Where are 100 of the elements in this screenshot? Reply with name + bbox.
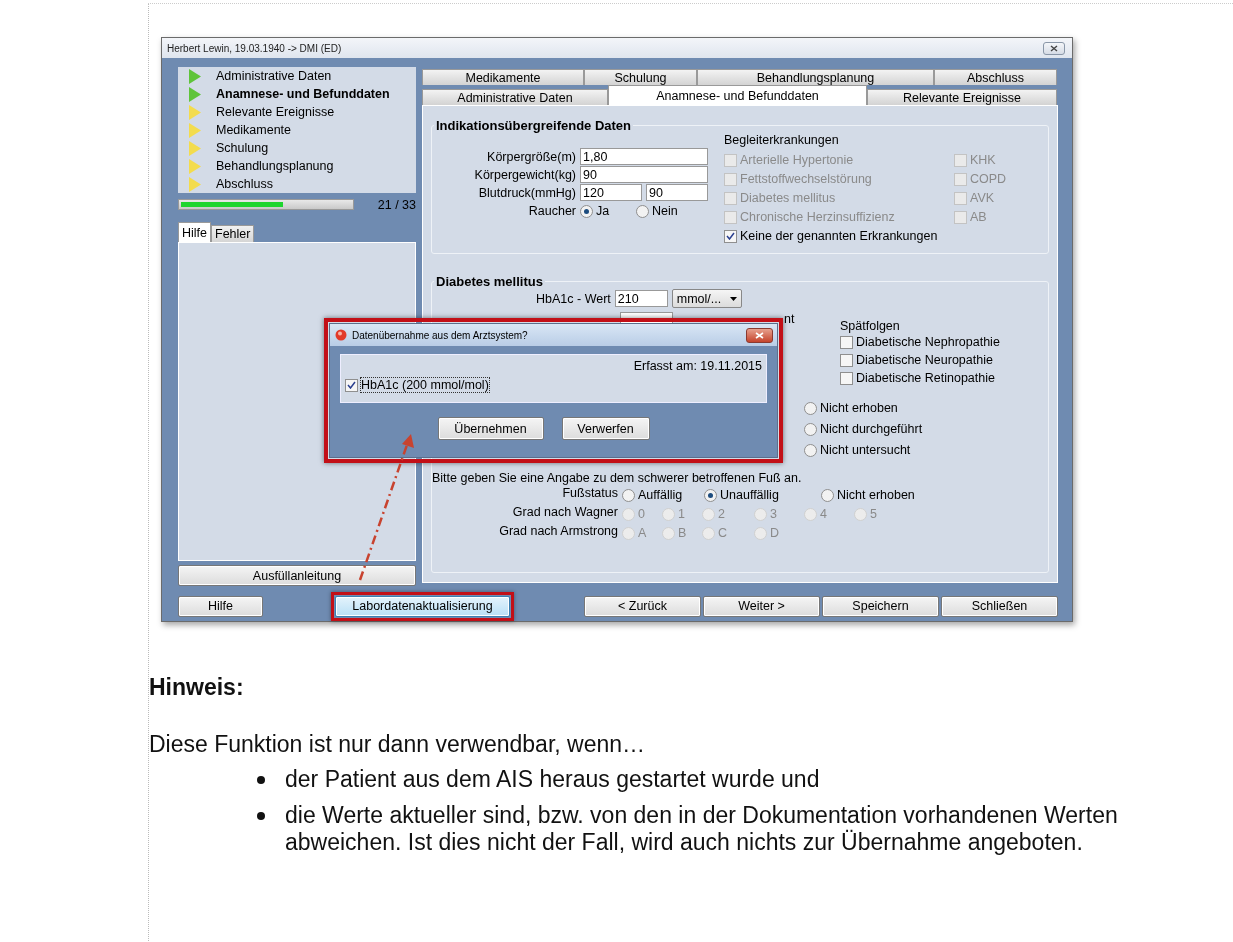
checkbox[interactable] [345, 378, 358, 392]
bullet-icon [257, 776, 265, 784]
tab[interactable]: Abschluss [934, 69, 1057, 85]
option-label: 3 [770, 507, 777, 521]
group-title: Indikationsübergreifende Daten [435, 118, 633, 133]
option-label: Unauffällig [720, 488, 779, 502]
tab[interactable]: Fehler [211, 225, 255, 242]
option-label: 0 [638, 507, 645, 521]
radio-button[interactable] [704, 488, 717, 502]
option-label: Nicht untersucht [820, 443, 911, 457]
step-item[interactable]: Abschluss [180, 175, 416, 193]
caret-icon [729, 296, 737, 301]
tab[interactable]: Medikamente [422, 69, 584, 85]
help-button[interactable]: Hilfe [178, 595, 263, 617]
radio-button[interactable] [622, 488, 635, 502]
option-label: Nein [652, 204, 678, 218]
tab[interactable]: Anamnese- und Befunddaten [608, 85, 867, 105]
option-label: 4 [820, 507, 827, 521]
unit-dropdown[interactable]: mmol/... [671, 289, 742, 308]
option-label: Arterielle Hypertonie [740, 153, 854, 167]
radio-button[interactable] [821, 488, 834, 502]
note-heading: Hinweis: [149, 674, 245, 701]
dialog-button[interactable]: Verwerfen [561, 417, 650, 440]
option-label: Nicht erhoben [837, 488, 915, 502]
guide-button[interactable]: Ausfüllanleitung [178, 565, 416, 586]
lab-update-button[interactable]: Labordatenaktualisierung [335, 595, 510, 617]
dialog-button[interactable]: Übernehmen [437, 417, 544, 440]
checkbox[interactable] [840, 335, 853, 349]
field-label: Körpergewicht(kg) [473, 167, 576, 182]
nav-button[interactable]: Weiter > [703, 595, 820, 617]
input-field[interactable]: 1,80 [580, 148, 708, 165]
step-item[interactable]: Schulung [180, 139, 416, 157]
input-field[interactable]: 210 [614, 290, 668, 307]
nav-button[interactable]: < Zurück [584, 595, 701, 617]
nav-button[interactable]: Schließen [941, 595, 1058, 617]
progress-count: 21 / 33 [377, 197, 416, 212]
field-label: HbA1c - Wert [536, 291, 611, 306]
option-label: HbA1c (200 mmol/mol) [361, 378, 489, 392]
nav-button[interactable]: Speichern [822, 595, 939, 617]
close-icon [755, 331, 764, 339]
field-label: Grad nach Wagner [511, 505, 618, 521]
option-label: 5 [870, 507, 877, 521]
input-field[interactable]: 120 [580, 184, 642, 201]
option-label: Nicht erhoben [820, 401, 898, 415]
checkbox[interactable] [840, 371, 853, 385]
tab[interactable]: Hilfe [178, 222, 211, 242]
radio-button[interactable] [580, 204, 593, 218]
bullet-icon [257, 812, 265, 820]
option-label: KHK [970, 153, 996, 167]
field-label: Raucher [527, 204, 576, 218]
app-icon [335, 329, 347, 341]
option-label: Diabetische Neuropathie [856, 353, 993, 367]
window-title: Herbert Lewin, 19.03.1940 -> DMI (ED) [167, 42, 342, 54]
option-label: Ja [596, 204, 610, 218]
field-label: Körpergröße(m) [486, 149, 576, 164]
close-button[interactable] [1043, 41, 1065, 55]
close-button[interactable] [746, 327, 773, 343]
step-item[interactable]: Relevante Ereignisse [180, 103, 416, 121]
section-label: Begleiterkrankungen [724, 133, 840, 147]
checkbox[interactable] [724, 229, 737, 243]
option-label: C [718, 526, 728, 540]
field-label: Blutdruck(mmHg) [477, 185, 576, 200]
bullet-text: der Patient aus dem AIS heraus gestartet wurde und [285, 766, 821, 793]
tab[interactable]: Behandlungsplanung [697, 69, 934, 85]
radio-button[interactable] [804, 401, 817, 415]
tab[interactable]: Schulung [584, 69, 697, 85]
option-label: AB [970, 210, 987, 224]
checkbox[interactable] [840, 353, 853, 367]
field-label: Grad nach Armstrong [498, 524, 618, 540]
field-label: nt [784, 312, 795, 326]
option-label: Diabetische Nephropathie [856, 335, 1000, 349]
step-item[interactable]: Medikamente [180, 121, 416, 139]
instruction-text: Bitte geben Sie eine Angabe zu dem schwerer betroffenen Fuß an. [432, 471, 803, 485]
input-field[interactable]: 90 [646, 184, 708, 201]
bullet-text: die Werte aktueller sind, bzw. von den in der Dokumentation vorhandenen Werten abweichen. Ist dies nicht der Fall, wird auch nichts zur Übernahme angeboten. [285, 802, 1119, 856]
date-text: Erfasst am: 19.11.2015 [633, 359, 762, 373]
radio-button[interactable] [636, 204, 649, 218]
option-label: COPD [970, 172, 1007, 186]
option-label: A [638, 526, 647, 540]
step-item[interactable]: Administrative Daten [180, 67, 416, 85]
tab[interactable]: Administrative Daten [422, 89, 608, 105]
tab[interactable]: Relevante Ereignisse [867, 89, 1057, 105]
option-label: Keine der genannten Erkrankungen [740, 229, 938, 243]
option-label: 1 [678, 507, 685, 521]
input-field[interactable]: 90 [580, 166, 708, 183]
option-label: AVK [970, 191, 995, 205]
option-label: Chronische Herzinsuffizienz [740, 210, 895, 224]
option-label: 2 [718, 507, 725, 521]
option-label: Auffällig [638, 488, 683, 502]
dialog-title: Datenübernahme aus dem Arztsystem? [352, 329, 529, 341]
step-item[interactable]: Behandlungsplanung [180, 157, 416, 175]
radio-button[interactable] [804, 422, 817, 436]
section-label: Spätfolgen [840, 319, 901, 333]
option-label: Fettstoffwechselstörung [740, 172, 872, 186]
note-text: Diese Funktion ist nur dann verwendbar, wenn… [149, 731, 647, 758]
option-label: D [770, 526, 780, 540]
radio-button[interactable] [804, 443, 817, 457]
step-item[interactable]: Anamnese- und Befunddaten [180, 85, 416, 103]
field-label: Fußstatus [561, 486, 618, 502]
option-label: Diabetische Retinopathie [856, 371, 995, 385]
